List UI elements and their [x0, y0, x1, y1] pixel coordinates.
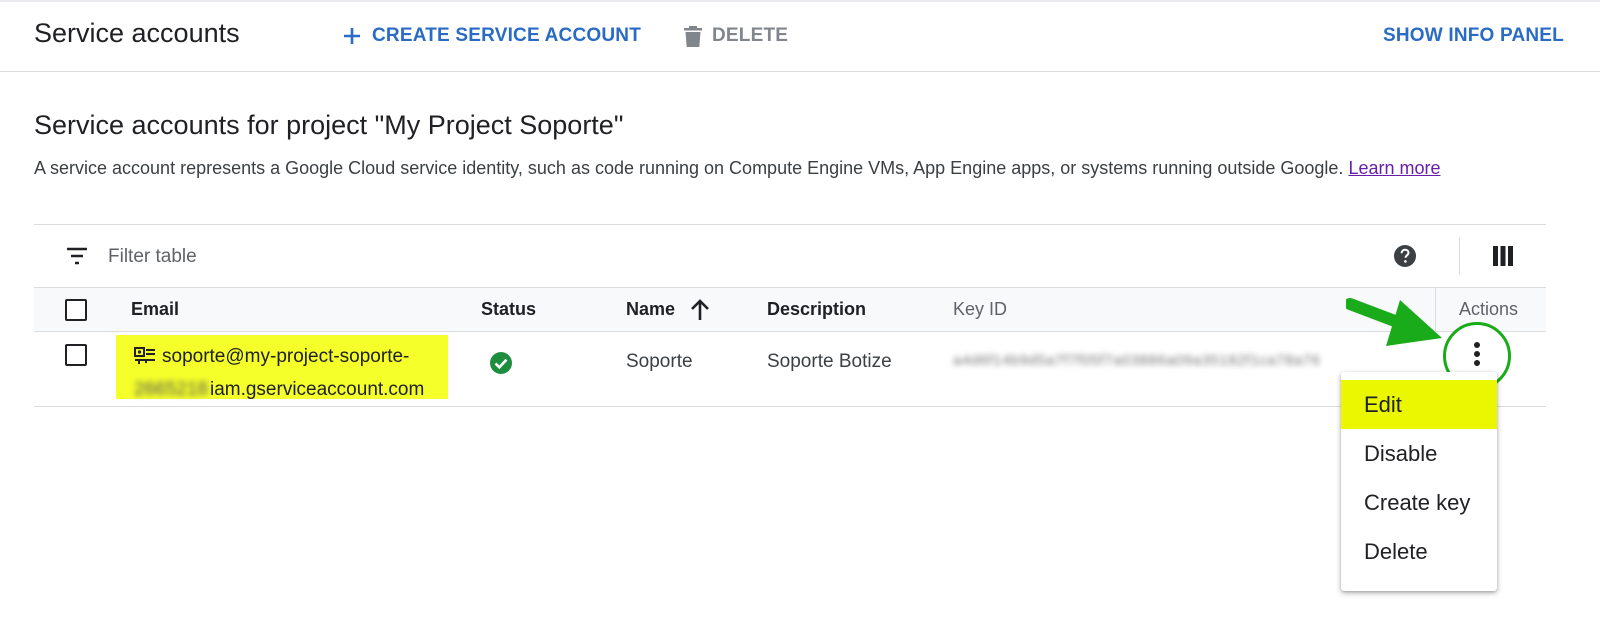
column-header-name[interactable]: Name	[626, 299, 675, 320]
filter-icon[interactable]	[66, 247, 88, 270]
section-description-text: A service account represents a Google Cl…	[34, 158, 1344, 178]
page-title: Service accounts	[34, 18, 240, 48]
service-accounts-table: Email Status Name Description Key ID Act…	[34, 224, 1546, 407]
learn-more-link[interactable]: Learn more	[1348, 158, 1440, 178]
more-vert-icon	[1473, 341, 1481, 372]
filter-bar	[34, 225, 1546, 288]
column-header-email[interactable]: Email	[131, 299, 179, 320]
column-header-key-id: Key ID	[953, 299, 1008, 319]
top-toolbar: Service accounts CREATE SERVICE ACCOUNT …	[0, 0, 1600, 72]
email-cell[interactable]: soporte@my-project-soporte- 2665218 iam.g…	[116, 335, 448, 400]
section-title: Service accounts for project "My Project…	[34, 110, 624, 140]
actions-menu: Edit Disable Create key Delete	[1341, 372, 1497, 591]
trash-icon	[684, 25, 702, 47]
help-icon[interactable]	[1393, 244, 1417, 273]
plus-icon	[342, 26, 362, 46]
description-cell: Soporte Botize	[767, 351, 892, 372]
arrow-up-icon[interactable]	[689, 299, 711, 326]
table-header-row: Email Status Name Description Key ID Act…	[34, 288, 1546, 332]
columns-icon[interactable]	[1493, 246, 1513, 271]
menu-item-delete[interactable]: Delete	[1341, 527, 1497, 576]
name-cell: Soporte	[626, 351, 693, 372]
section-description: A service account represents a Google Cl…	[34, 158, 1441, 179]
filter-divider	[1459, 237, 1460, 275]
column-header-actions: Actions	[1459, 299, 1519, 319]
email-blurred-part: 2665218	[134, 379, 208, 400]
select-all-checkbox[interactable]	[65, 299, 87, 321]
annotation-arrow-icon	[1344, 292, 1446, 361]
delete-label: DELETE	[712, 25, 789, 46]
email-line-1: soporte@my-project-soporte-	[162, 346, 410, 367]
create-service-account-label: CREATE SERVICE ACCOUNT	[372, 25, 642, 46]
row-checkbox[interactable]	[65, 344, 87, 366]
menu-item-edit[interactable]: Edit	[1341, 380, 1497, 429]
table-row: soporte@my-project-soporte- 2665218 iam.g…	[34, 322, 1546, 407]
column-header-description[interactable]: Description	[767, 299, 866, 320]
menu-item-create-key[interactable]: Create key	[1341, 478, 1497, 527]
service-account-key-icon	[134, 345, 156, 375]
delete-button[interactable]: DELETE	[684, 21, 788, 51]
email-line-2: iam.gserviceaccount.com	[209, 379, 425, 400]
menu-item-disable[interactable]: Disable	[1341, 429, 1497, 478]
key-id-cell: a4d6f14b9d5a7f7f05f7a03886a09a35182f1ca7…	[953, 352, 1321, 369]
check-circle-icon	[489, 351, 513, 380]
column-header-status[interactable]: Status	[481, 299, 536, 320]
filter-input[interactable]	[106, 241, 706, 273]
create-service-account-button[interactable]: CREATE SERVICE ACCOUNT	[342, 21, 641, 51]
show-info-panel-button[interactable]: SHOW INFO PANEL	[1383, 21, 1564, 51]
